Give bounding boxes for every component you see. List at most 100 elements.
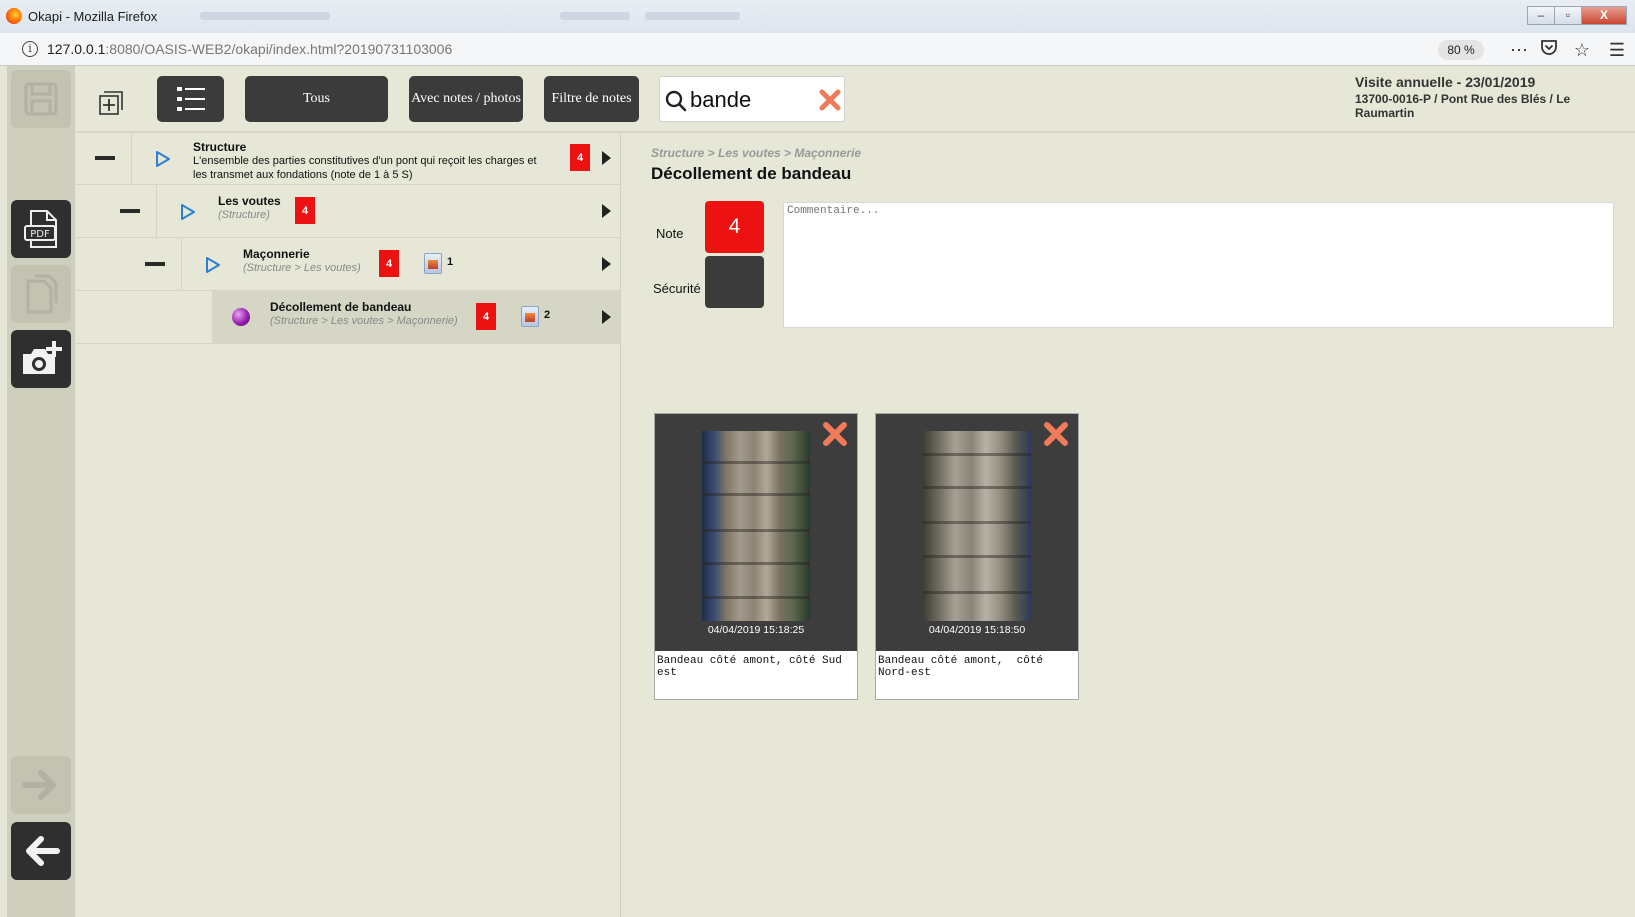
photo-thumbnail[interactable]	[702, 431, 810, 621]
security-value-button[interactable]	[705, 256, 764, 308]
address-bar: i 127.0.0.1:8080/OASIS-WEB2/okapi/index.…	[0, 33, 1635, 66]
arrow-left-icon	[26, 836, 60, 866]
collapse-icon[interactable]	[145, 262, 165, 266]
collapse-icon[interactable]	[120, 209, 140, 213]
comment-field[interactable]	[783, 202, 1614, 328]
app-area: PDF Tous Avec notes / photos Filtre de n…	[0, 66, 1635, 917]
detail-panel: Structure > Les voutes > Maçonnerie Déco…	[621, 132, 1635, 917]
url-path: :8080/OASIS-WEB2/okapi/index.html?201907…	[105, 41, 453, 57]
background-tab[interactable]	[645, 12, 740, 20]
open-item-icon[interactable]	[602, 310, 611, 324]
copy-icon	[26, 274, 58, 314]
camera-add-icon	[23, 341, 62, 374]
add-item-icon	[99, 91, 123, 115]
more-actions-icon[interactable]: ⋯	[1507, 38, 1531, 62]
url-field[interactable]: 127.0.0.1:8080/OASIS-WEB2/okapi/index.ht…	[47, 41, 452, 57]
security-label: Sécurité	[653, 281, 701, 296]
note-badge: 4	[379, 250, 399, 277]
photo-thumbnail[interactable]	[923, 431, 1031, 621]
visit-title: Visite annuelle - 23/01/2019	[1355, 74, 1536, 90]
play-icon[interactable]	[180, 203, 196, 221]
play-icon[interactable]	[155, 150, 171, 168]
tree-row-decollement[interactable]: Décollement de bandeau (Structure > Les …	[75, 291, 620, 344]
zoom-indicator[interactable]: 80 %	[1438, 40, 1484, 60]
tree-item-title: Maçonnerie	[243, 247, 310, 261]
photo-card[interactable]: 04/04/2019 15:18:25 Bandeau côté amont, …	[654, 413, 858, 700]
tree-item-path: (Structure)	[218, 209, 270, 221]
action-sidebar: PDF	[7, 66, 75, 917]
expand-all-button[interactable]	[88, 80, 134, 126]
photo-timestamp: 04/04/2019 15:18:50	[928, 624, 1026, 636]
tree-item-description: L'ensemble des parties constitutives d'u…	[193, 155, 537, 181]
add-photo-button[interactable]	[11, 330, 71, 388]
menu-icon[interactable]: ☰	[1605, 38, 1629, 62]
search-icon	[665, 90, 687, 112]
tree-item-title: Décollement de bandeau	[270, 300, 412, 314]
delete-photo-icon[interactable]	[1042, 420, 1070, 448]
export-pdf-button[interactable]: PDF	[11, 200, 71, 258]
collapse-icon[interactable]	[95, 156, 115, 160]
back-button[interactable]	[11, 822, 71, 880]
tree-item-title: Structure	[193, 140, 247, 154]
open-item-icon[interactable]	[602, 204, 611, 218]
minimize-button[interactable]: ‒	[1527, 6, 1555, 25]
note-badge: 4	[476, 303, 496, 330]
open-item-icon[interactable]	[602, 151, 611, 165]
firefox-logo-icon	[6, 8, 22, 24]
photo-icon	[521, 306, 539, 327]
maximize-button[interactable]: ▫	[1554, 6, 1582, 25]
pocket-icon[interactable]	[1537, 38, 1561, 62]
page-title: Décollement de bandeau	[651, 164, 852, 183]
tree-item-path: (Structure > Les voutes)	[243, 262, 361, 274]
tree-row-structure[interactable]: Structure L'ensemble des parties constit…	[75, 132, 620, 185]
clear-search-icon[interactable]	[818, 88, 842, 112]
tree-row-maconnerie[interactable]: Maçonnerie (Structure > Les voutes) 4 1	[75, 238, 620, 291]
close-window-button[interactable]: X	[1581, 6, 1627, 25]
photo-card[interactable]: 04/04/2019 15:18:50 Bandeau côté amont, …	[875, 413, 1079, 700]
background-tab[interactable]	[560, 12, 630, 20]
list-view-button[interactable]	[157, 76, 224, 122]
search-box	[659, 76, 845, 122]
arrow-right-icon	[22, 770, 56, 800]
tree-indent	[75, 185, 157, 237]
save-icon	[24, 82, 58, 116]
visit-info: Visite annuelle - 23/01/2019 13700-0016-…	[1355, 74, 1630, 120]
photo-icon	[424, 253, 442, 274]
note-value-button[interactable]: 4	[705, 201, 764, 253]
pdf-icon: PDF	[24, 210, 57, 248]
filter-all-button[interactable]: Tous	[245, 76, 388, 122]
window-title: Okapi - Mozilla Firefox	[28, 9, 158, 24]
note-badge: 4	[570, 144, 590, 171]
background-tab[interactable]	[200, 12, 330, 20]
inspection-tree: Structure L'ensemble des parties constit…	[75, 132, 620, 917]
photo-caption[interactable]: Bandeau côté amont, côté Nord-est	[878, 655, 1076, 679]
copy-button[interactable]	[11, 265, 71, 323]
play-icon[interactable]	[205, 256, 221, 274]
window-controls: ‒ ▫ X	[1527, 6, 1627, 26]
tree-indent	[75, 238, 182, 290]
open-item-icon[interactable]	[602, 257, 611, 271]
site-info-icon[interactable]: i	[22, 41, 38, 57]
tree-item-path: (Structure > Les voutes > Maçonnerie)	[270, 315, 458, 327]
url-host: 127.0.0.1	[47, 41, 106, 57]
tree-row-voutes[interactable]: Les voutes (Structure) 4	[75, 185, 620, 238]
search-input[interactable]	[690, 86, 810, 114]
breadcrumb: Structure > Les voutes > Maçonnerie	[651, 146, 862, 160]
note-label: Note	[656, 226, 684, 241]
photo-caption[interactable]: Bandeau côté amont, côté Sud est	[657, 655, 855, 679]
photo-count: 1	[447, 256, 454, 268]
visit-subtitle: 13700-0016-P / Pont Rue des Blés / Le Ra…	[1355, 92, 1571, 120]
leaf-ball-icon	[232, 308, 250, 326]
tree-item-title: Les voutes	[218, 194, 281, 208]
list-icon	[176, 87, 205, 111]
notes-filter-button[interactable]: Filtre de notes	[544, 76, 639, 122]
photo-frame: 04/04/2019 15:18:50	[876, 414, 1078, 651]
delete-photo-icon[interactable]	[821, 420, 849, 448]
photo-timestamp: 04/04/2019 15:18:25	[707, 624, 805, 636]
bookmark-star-icon[interactable]: ☆	[1570, 38, 1594, 62]
filter-with-notes-button[interactable]: Avec notes / photos	[409, 76, 523, 122]
next-button[interactable]	[11, 756, 71, 814]
save-button[interactable]	[11, 70, 71, 128]
note-badge: 4	[295, 197, 315, 224]
photo-frame: 04/04/2019 15:18:25	[655, 414, 857, 651]
